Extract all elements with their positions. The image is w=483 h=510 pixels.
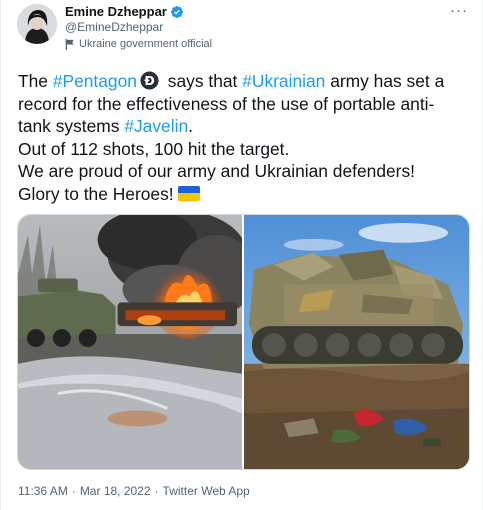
government-flag-icon [65, 38, 74, 50]
text-segment: Glory to the Heroes! [18, 183, 174, 204]
tweet-line-1: The #Pentagon Ð says that #Ukrainian army… [18, 70, 478, 93]
more-icon[interactable]: ··· [450, 2, 468, 19]
hashtag-ukrainian[interactable]: #Ukrainian [242, 71, 325, 91]
meta-separator: · [154, 484, 159, 498]
meta-separator: · [71, 484, 76, 498]
text-segment: The [18, 71, 53, 91]
tweet-line-4: Out of 112 shots, 100 hit the target. [18, 138, 290, 159]
ukraine-flag-emoji [177, 185, 200, 201]
tweet-source-app[interactable]: Twitter Web App [163, 484, 250, 498]
tweet-time[interactable]: 11:36 AM [18, 484, 68, 498]
hashtag-pentagon[interactable]: #Pentagon [53, 71, 137, 91]
photo-burning-vehicles[interactable] [18, 215, 242, 469]
text-segment: . [188, 116, 193, 137]
photo-destroyed-vehicle[interactable] [244, 215, 469, 469]
government-label[interactable]: Ukraine government official [65, 38, 212, 50]
text-segment: says that [162, 71, 243, 91]
tweet-date[interactable]: Mar 18, 2022 [80, 484, 151, 498]
tweet-line-2: record for the effectiveness of the use … [18, 93, 435, 114]
avatar[interactable] [17, 4, 57, 44]
text-segment: army has set a [325, 71, 445, 91]
author-name[interactable]: Emine Dzheppar [65, 4, 167, 19]
hashtag-javelin[interactable]: #Javelin [124, 116, 188, 136]
government-label-text: Ukraine government official [79, 38, 213, 50]
tweet-line-3: tank systems #Javelin. [18, 115, 478, 138]
media-grid [17, 214, 470, 470]
verified-badge-icon [170, 5, 183, 18]
pentagon-hashflag-icon: Ð [140, 71, 159, 90]
tweet-line-5: We are proud of our army and Ukrainian d… [18, 161, 415, 182]
svg-text:Ð: Ð [144, 74, 154, 88]
author-handle[interactable]: @EmineDzheppar [65, 20, 163, 34]
tweet-text: The #Pentagon Ð says that #Ukrainian army… [18, 70, 478, 206]
tweet-line-6: Glory to the Heroes! [18, 183, 478, 206]
author-name-row[interactable]: Emine Dzheppar [65, 4, 184, 19]
tweet: Emine Dzheppar @EmineDzheppar Ukraine go… [0, 0, 483, 510]
text-segment: tank systems [18, 116, 125, 137]
tweet-metadata: 11:36 AM · Mar 18, 2022 · Twitter Web Ap… [18, 484, 250, 498]
